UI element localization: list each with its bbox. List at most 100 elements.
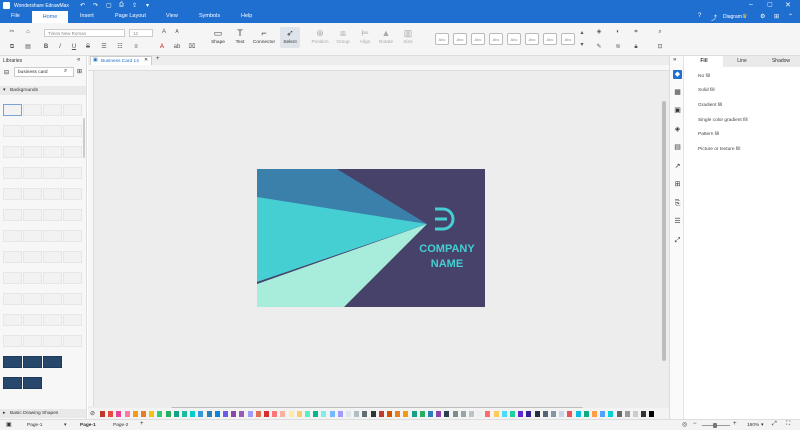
- fill-panel-icon[interactable]: ◆: [673, 70, 682, 79]
- fit-window-icon[interactable]: ⤢: [772, 421, 777, 428]
- color-swatch[interactable]: [616, 411, 622, 417]
- fill-option-pattern[interactable]: Pattern fill: [690, 132, 719, 137]
- fullscreen-panel-icon[interactable]: ⤢: [673, 236, 682, 245]
- page-selector-dropdown-icon[interactable]: ▾: [64, 422, 67, 428]
- background-thumbnail[interactable]: [3, 167, 22, 179]
- apps-icon[interactable]: ⊞: [774, 13, 779, 20]
- collapse-panel-icon[interactable]: «: [77, 57, 80, 63]
- color-swatch[interactable]: [592, 411, 597, 417]
- outline-panel-icon[interactable]: ☰: [673, 217, 682, 226]
- color-swatch[interactable]: [190, 411, 196, 417]
- styles-scroll-down-icon[interactable]: ▾: [578, 41, 586, 49]
- color-swatch[interactable]: [452, 411, 458, 417]
- add-page-icon[interactable]: +: [140, 421, 144, 427]
- text-style-icon[interactable]: ab: [173, 43, 181, 51]
- background-thumbnail[interactable]: [23, 314, 42, 326]
- color-swatch[interactable]: [182, 411, 187, 417]
- format-painter-icon[interactable]: ⌂: [24, 28, 32, 36]
- fill-option-solid[interactable]: Solid fill: [690, 88, 715, 93]
- background-thumbnail[interactable]: [63, 272, 82, 284]
- background-thumbnail[interactable]: [43, 314, 62, 326]
- cut-icon[interactable]: ✂: [8, 28, 16, 36]
- color-swatch[interactable]: [600, 411, 606, 417]
- style-preset-2[interactable]: Abc: [453, 33, 467, 45]
- search-icon[interactable]: ⌕: [64, 68, 67, 75]
- document-tab-close-icon[interactable]: ✕: [144, 57, 148, 63]
- text-button[interactable]: Text: [227, 40, 253, 45]
- background-thumbnail[interactable]: [63, 230, 82, 242]
- page-panel-icon[interactable]: ▤: [673, 143, 682, 152]
- background-thumbnail[interactable]: [23, 251, 42, 263]
- background-thumbnail[interactable]: [23, 209, 42, 221]
- fill-option-single-gradient[interactable]: Single color gradient fill: [690, 118, 748, 123]
- color-swatch[interactable]: [288, 411, 294, 417]
- color-swatch[interactable]: [567, 411, 573, 417]
- document-tab[interactable]: Business Card 14: [90, 56, 152, 65]
- color-swatch[interactable]: [583, 411, 589, 417]
- table-panel-icon[interactable]: ⊞: [673, 180, 682, 189]
- background-thumbnail[interactable]: [63, 314, 82, 326]
- color-swatch[interactable]: [231, 411, 237, 417]
- clear-format-icon[interactable]: ⌧: [188, 43, 196, 51]
- background-thumbnail[interactable]: [43, 104, 62, 116]
- crop-icon[interactable]: ⌗: [632, 28, 640, 36]
- color-swatch[interactable]: [362, 411, 368, 417]
- background-thumbnail[interactable]: [43, 272, 62, 284]
- style-preset-8[interactable]: Abc: [561, 33, 575, 45]
- focus-mode-icon[interactable]: ◎: [682, 421, 687, 428]
- background-thumbnail[interactable]: [3, 125, 22, 137]
- chart-panel-icon[interactable]: ↗: [673, 162, 682, 171]
- background-thumbnail[interactable]: [3, 146, 22, 158]
- background-thumbnail[interactable]: [63, 251, 82, 263]
- color-swatch[interactable]: [542, 411, 548, 417]
- background-thumbnail[interactable]: [3, 377, 22, 389]
- color-swatch[interactable]: [100, 411, 105, 417]
- background-thumbnail[interactable]: [3, 209, 22, 221]
- fill-option-no-fill[interactable]: No fill: [690, 74, 710, 79]
- background-thumbnail[interactable]: [23, 188, 42, 200]
- color-swatch[interactable]: [419, 411, 425, 417]
- library-options-icon[interactable]: ⊞: [77, 68, 82, 75]
- tab-line[interactable]: Line: [723, 56, 761, 67]
- color-swatch[interactable]: [305, 411, 310, 417]
- menu-home[interactable]: Home: [32, 11, 68, 23]
- color-swatch[interactable]: [395, 411, 401, 417]
- settings-icon[interactable]: ⚙: [760, 13, 765, 20]
- color-swatch[interactable]: [239, 411, 245, 417]
- fit-page-icon[interactable]: ⊡: [656, 43, 664, 51]
- lock-icon[interactable]: 🔒︎: [632, 43, 640, 51]
- page-selector[interactable]: Page-1: [27, 423, 42, 428]
- background-thumbnail[interactable]: [63, 167, 82, 179]
- background-thumbnail[interactable]: [3, 104, 22, 116]
- color-swatch[interactable]: [124, 411, 130, 417]
- color-swatch[interactable]: [608, 411, 614, 417]
- color-swatch[interactable]: [534, 411, 540, 417]
- canvas-area[interactable]: Business Card 14 ▣ ✕ + COMPANY NAME: [88, 56, 669, 419]
- undo-icon[interactable]: ↶: [80, 2, 85, 9]
- background-thumbnail[interactable]: [23, 335, 42, 347]
- new-file-icon[interactable]: ▢: [106, 2, 112, 9]
- italic-icon[interactable]: I: [56, 43, 64, 51]
- color-swatch[interactable]: [346, 411, 351, 417]
- color-swatch[interactable]: [165, 411, 171, 417]
- background-thumbnail[interactable]: [63, 335, 82, 347]
- help-icon[interactable]: ?: [698, 13, 701, 19]
- color-swatch[interactable]: [387, 411, 392, 417]
- background-thumbnail[interactable]: [23, 356, 42, 368]
- color-swatch[interactable]: [633, 411, 638, 417]
- zoom-level[interactable]: 160%: [747, 423, 759, 428]
- zoom-out-icon[interactable]: −: [693, 421, 697, 427]
- background-thumbnail[interactable]: [3, 335, 22, 347]
- attachment-panel-icon[interactable]: ⎘: [673, 199, 682, 208]
- color-swatch[interactable]: [313, 411, 319, 417]
- background-thumbnail[interactable]: [23, 146, 42, 158]
- background-thumbnail[interactable]: [3, 230, 22, 242]
- color-swatch[interactable]: [403, 411, 409, 417]
- background-thumbnail[interactable]: [3, 356, 22, 368]
- color-swatch[interactable]: [272, 411, 278, 417]
- color-swatch[interactable]: [526, 411, 532, 417]
- line-style-icon[interactable]: ≋: [614, 43, 622, 51]
- background-thumbnail[interactable]: [63, 146, 82, 158]
- color-swatch[interactable]: [370, 411, 376, 417]
- background-thumbnail[interactable]: [43, 356, 62, 368]
